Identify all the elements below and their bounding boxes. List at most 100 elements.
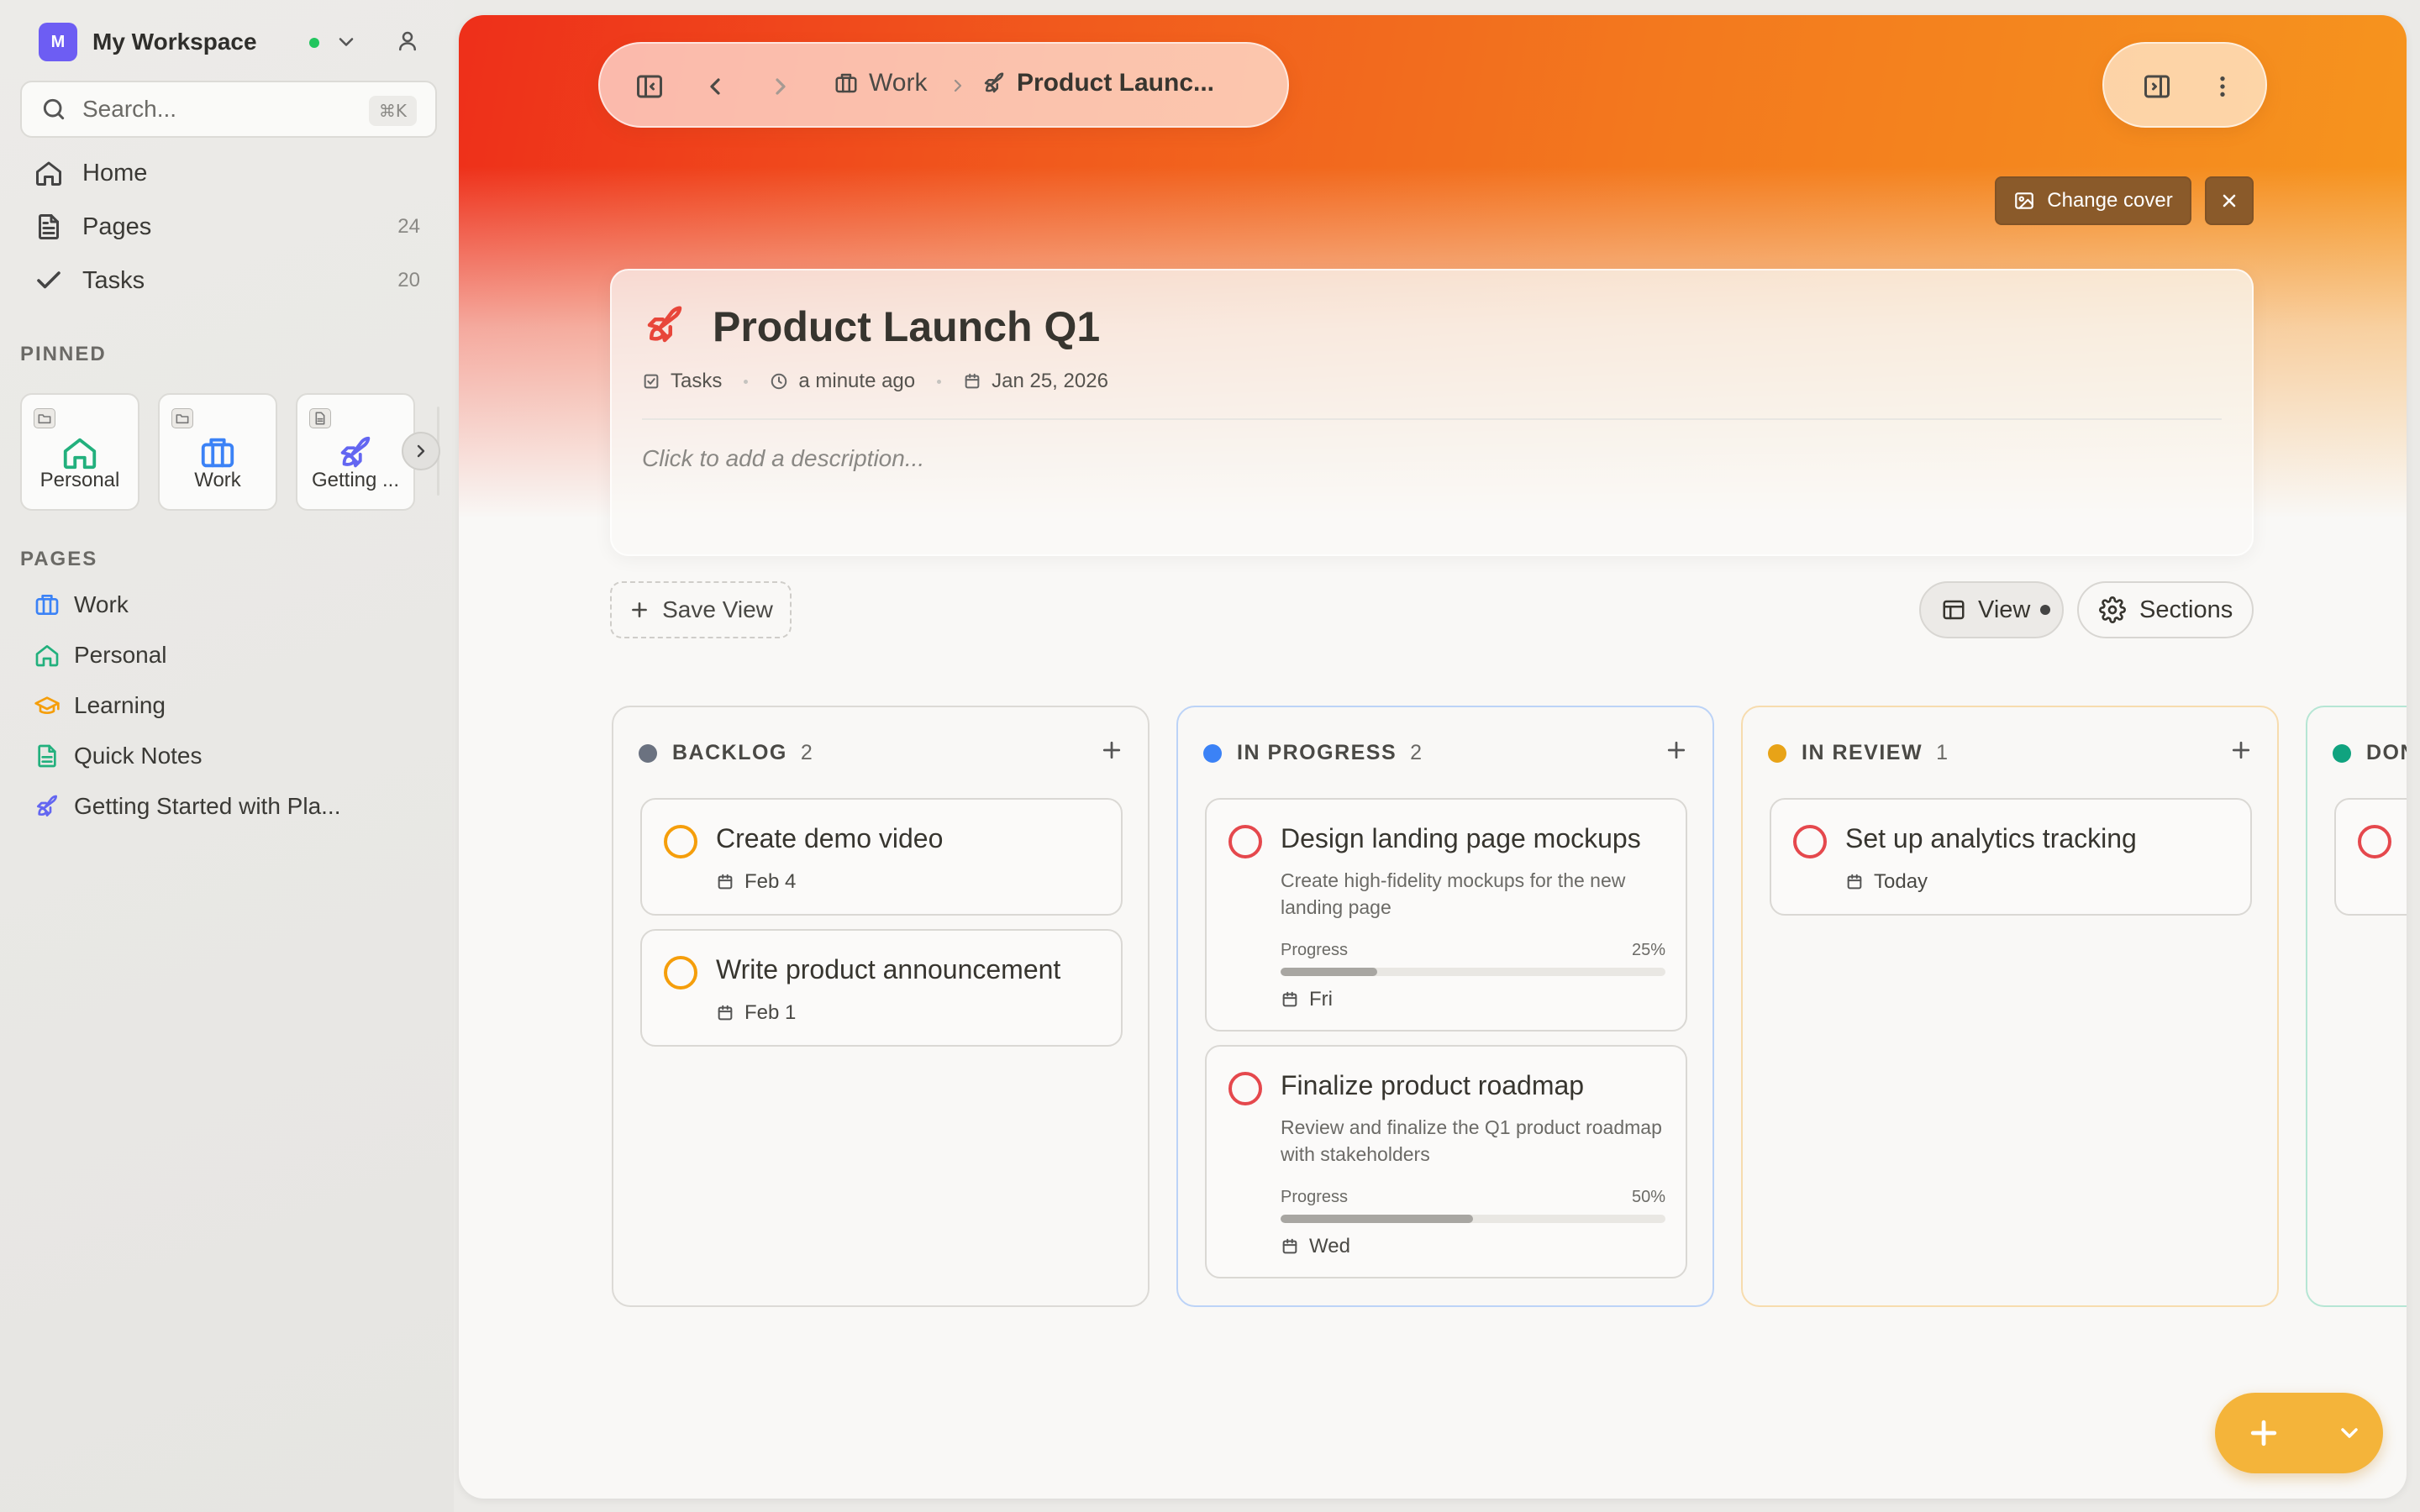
pinned-label: Personal: [39, 469, 120, 491]
description-field[interactable]: Click to add a description...: [642, 445, 924, 472]
task-title: Set up analytics tracking: [1845, 823, 2137, 853]
pages-heading: PAGES: [20, 548, 98, 570]
home-icon: [63, 438, 97, 470]
user-icon[interactable]: [395, 29, 420, 54]
breadcrumb-item-current[interactable]: Product Launc...: [981, 69, 1214, 97]
more-options-button[interactable]: [2202, 66, 2244, 108]
chevron-down-icon[interactable]: [334, 30, 358, 54]
save-view-button[interactable]: Save View: [610, 581, 792, 638]
task-card[interactable]: Create demo video Feb 4: [640, 798, 1123, 916]
chevron-left-icon: [710, 78, 720, 95]
sections-button[interactable]: Sections: [2077, 581, 2254, 638]
floating-action-button: [2215, 1393, 2383, 1473]
task-card[interactable]: Write product announcement Feb 1: [640, 929, 1123, 1047]
task-checkbox[interactable]: [2358, 825, 2391, 858]
home-icon: [35, 645, 59, 667]
task-card[interactable]: Set up analytics tracking Today: [1770, 798, 2252, 916]
breadcrumb-bar: Work Product Launc...: [598, 42, 1289, 128]
task-card[interactable]: Design landing page mockups Create high-…: [1205, 798, 1687, 1032]
task-date-label: Feb 4: [744, 870, 797, 893]
task-checkbox[interactable]: [1228, 1072, 1262, 1105]
change-cover-button[interactable]: Change cover: [1995, 176, 2191, 225]
column-status-dot: [2333, 743, 2351, 763]
check-icon: [37, 271, 60, 289]
plus-icon: [632, 602, 647, 617]
page-label: Personal: [74, 642, 167, 668]
new-task-button[interactable]: [2240, 1410, 2287, 1457]
rocket-icon[interactable]: [642, 302, 687, 348]
column-header: IN REVIEW 1: [1768, 741, 1948, 765]
board-column-done: DONE: [2306, 706, 2407, 1307]
page-label: Work: [74, 591, 129, 617]
view-button[interactable]: View: [1919, 581, 2064, 638]
progress-value: 50%: [1631, 1188, 1665, 1206]
more-vertical-icon: [2220, 76, 2225, 97]
pinned-next-button[interactable]: [402, 432, 440, 470]
header-divider: [642, 418, 2222, 420]
task-card[interactable]: Finalize product roadmap Review and fina…: [1205, 1045, 1687, 1278]
progress-bar: [1281, 1215, 1665, 1223]
pinned-item-getting-started[interactable]: Getting ...: [296, 393, 415, 511]
folder-icon: [171, 408, 193, 428]
meta-separator: [937, 379, 942, 384]
layout-icon: [1943, 600, 1965, 620]
progress-bar: [1281, 968, 1665, 976]
nav-item-tasks[interactable]: Tasks 20: [20, 257, 437, 304]
progress-fill: [1281, 968, 1377, 976]
chevron-down-icon: [2341, 1428, 2358, 1438]
page-title[interactable]: Product Launch Q1: [713, 302, 1100, 351]
column-count: 1: [1936, 741, 1948, 764]
task-due-date: Feb 4: [716, 870, 796, 894]
calendar-icon: [1282, 991, 1297, 1007]
nav-item-pages[interactable]: Pages 24: [20, 203, 437, 250]
plus-icon[interactable]: [1664, 738, 1689, 763]
checkbox-icon: [644, 374, 659, 389]
column-header: BACKLOG 2: [639, 741, 813, 765]
task-card[interactable]: [2334, 798, 2407, 916]
sidebar-collapse-icon: [637, 75, 662, 98]
search-box[interactable]: ⌘K: [20, 81, 437, 138]
breadcrumb-label: Work: [869, 69, 928, 97]
pinned-label: Work: [194, 469, 241, 491]
page-label: Getting Started with Pla...: [74, 793, 341, 819]
remove-cover-button[interactable]: [2205, 176, 2254, 225]
rocket-icon: [37, 795, 57, 816]
workspace-switcher[interactable]: M My Workspace: [39, 23, 447, 61]
view-modified-dot: [2040, 605, 2051, 615]
briefcase-icon: [35, 595, 59, 615]
page-item-quick-notes[interactable]: Quick Notes: [20, 734, 437, 778]
document-icon: [309, 408, 331, 428]
rocket-icon: [340, 436, 371, 468]
task-date-label: Feb 1: [744, 1001, 797, 1024]
note-icon: [38, 744, 56, 768]
workspace-name: My Workspace: [92, 29, 257, 55]
sections-label: Sections: [2139, 596, 2233, 623]
search-input[interactable]: [82, 96, 351, 123]
page-item-personal[interactable]: Personal: [20, 633, 437, 677]
change-cover-label: Change cover: [2047, 189, 2173, 212]
new-task-options-button[interactable]: [2329, 1413, 2370, 1453]
page-item-getting-started[interactable]: Getting Started with Pla...: [20, 785, 437, 828]
forward-button[interactable]: [760, 66, 802, 108]
workspace-avatar: M: [39, 23, 77, 61]
toggle-right-panel-button[interactable]: [2136, 66, 2178, 108]
task-checkbox[interactable]: [1228, 825, 1262, 858]
pinned-item-work[interactable]: Work: [158, 393, 277, 511]
toggle-sidebar-button[interactable]: [629, 66, 671, 108]
task-checkbox[interactable]: [664, 956, 697, 990]
pinned-label: Getting ...: [311, 469, 400, 491]
page-item-learning[interactable]: Learning: [20, 684, 437, 727]
breadcrumb-label: Product Launc...: [1017, 69, 1215, 97]
plus-icon[interactable]: [2228, 738, 2254, 763]
plus-icon[interactable]: [1099, 738, 1124, 763]
task-checkbox[interactable]: [664, 825, 697, 858]
pinned-item-personal[interactable]: Personal: [20, 393, 139, 511]
back-button[interactable]: [694, 66, 736, 108]
task-due-date: Wed: [1281, 1235, 1350, 1258]
page-meta: Tasks a minute ago Jan 25, 2026: [642, 370, 1108, 393]
page-item-work[interactable]: Work: [20, 583, 437, 627]
breadcrumb-item-work[interactable]: Work: [834, 69, 927, 97]
task-checkbox[interactable]: [1793, 825, 1827, 858]
nav-item-home[interactable]: Home: [20, 150, 437, 197]
graduation-cap-icon: [34, 696, 60, 714]
